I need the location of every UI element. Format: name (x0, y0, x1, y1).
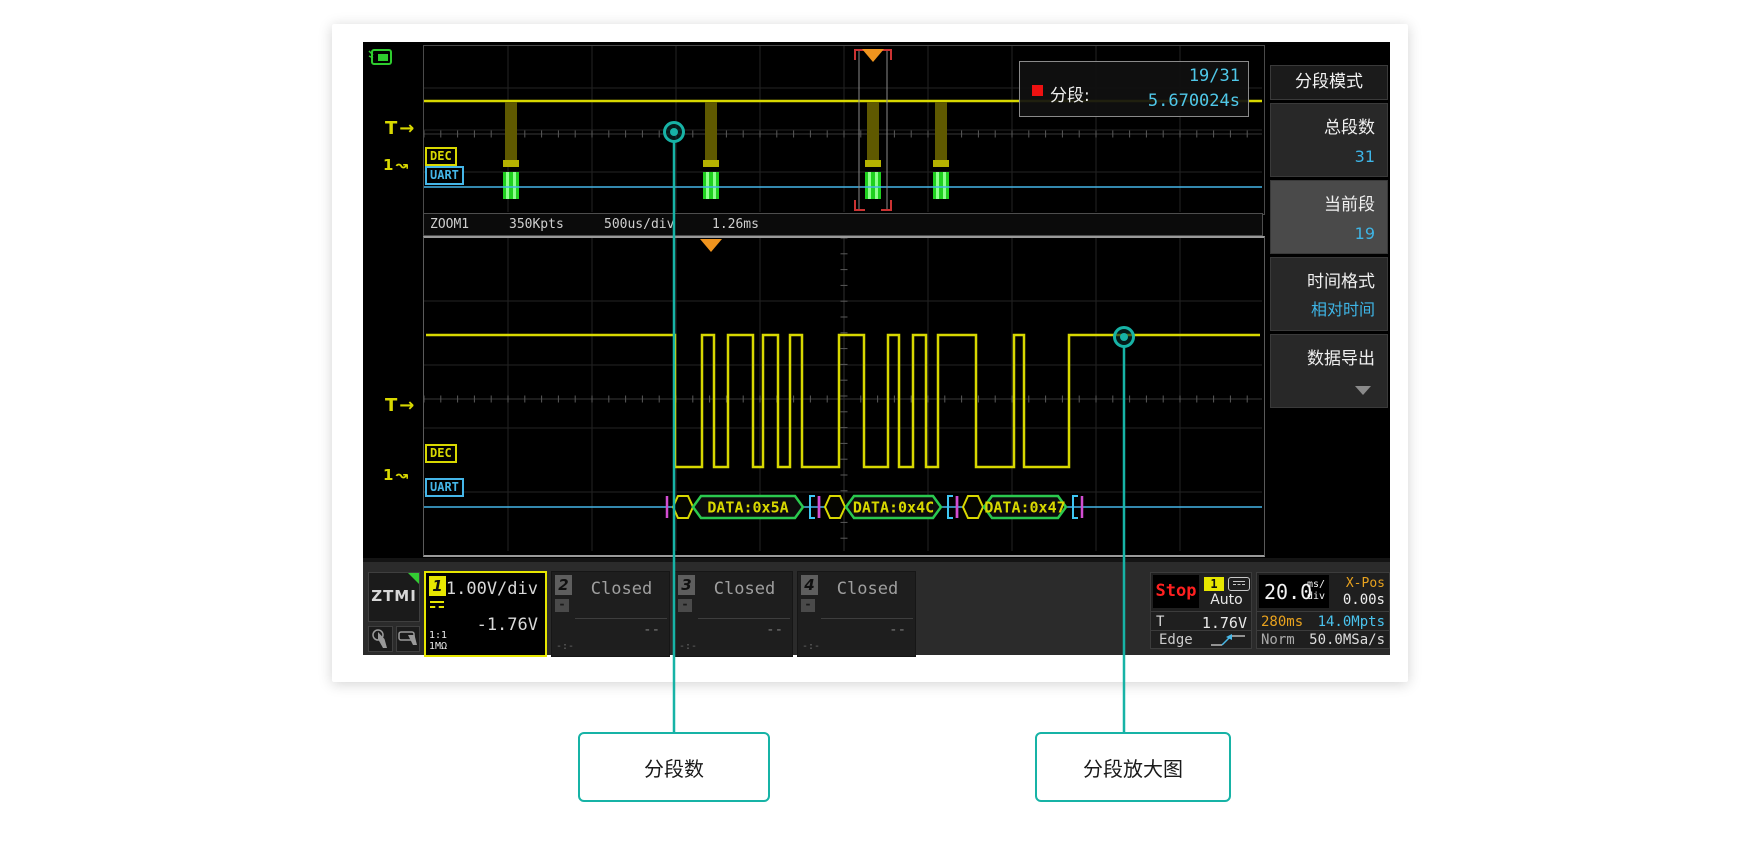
uart-packet: DATA:0x4C (819, 496, 957, 518)
menu-corner-triangle-icon (408, 573, 419, 584)
memory-depth: 14.0Mpts (1318, 614, 1385, 630)
uart-label-top[interactable]: UART (425, 166, 464, 185)
channel-3-probe-dash: -:- (679, 641, 697, 652)
channel-4-minus: - (801, 599, 815, 612)
zoom-points: 350Kpts (509, 217, 564, 232)
segment-overview-window[interactable]: 分段: 19/31 5.670024s (423, 45, 1265, 215)
channel-2-offset-dash: -- (643, 622, 660, 638)
channel-2-minus: - (555, 599, 569, 612)
zoom-timebase: 500us/div (604, 217, 674, 232)
channel-3-box[interactable]: 3 - Closed -- -:- (674, 571, 793, 657)
side-menu-title: 分段模式 (1270, 65, 1388, 100)
channel-3-number: 3 (678, 575, 695, 595)
note-segment-count: 分段数 (578, 732, 770, 802)
svg-text:DATA:0x5A: DATA:0x5A (707, 499, 788, 517)
channel-4-box[interactable]: 4 - Closed -- -:- (797, 571, 916, 657)
note-segment-zoom: 分段放大图 (1035, 732, 1231, 802)
trigger-type: Edge (1159, 632, 1193, 648)
sample-rate: 50.0MSa/s (1309, 632, 1385, 648)
brand-logo-button[interactable]: ZTMI (368, 572, 420, 622)
touch-tap-button[interactable] (368, 626, 393, 652)
page: 分段: 19/31 5.670024s T→ 1↝ DEC UART ZOOM1… (0, 0, 1760, 860)
side-menu-item-time-format[interactable]: 时间格式 相对时间 (1270, 257, 1388, 331)
record-square-icon (1032, 85, 1043, 96)
channel1-source-marker-zoom[interactable]: 1↝ (383, 466, 408, 484)
trigger-level-label: T (1156, 614, 1164, 630)
trigger-coupling-icon (1228, 577, 1250, 591)
uart-packet: DATA:0x5A (667, 496, 819, 518)
channel-1-probe: 1:1 (429, 631, 447, 641)
horizontal-panel[interactable]: 20.0 ms/ div X-Pos 0.00s 280ms 14.0Mpts … (1256, 572, 1390, 649)
channel-1-offset: -1.76V (477, 615, 538, 635)
timebase-value: 20.0 (1264, 580, 1312, 604)
oscilloscope-screen: 分段: 19/31 5.670024s T→ 1↝ DEC UART ZOOM1… (363, 42, 1390, 655)
channel-3-minus: - (678, 599, 692, 612)
channel-1-box[interactable]: 1 1:1 1MΩ 1.00V/div -1.76V (424, 571, 547, 657)
touch-drag-button[interactable] (396, 626, 420, 652)
bottom-status-bar: ZTMI 1 (363, 558, 1390, 655)
side-menu-item-total-segments[interactable]: 总段数 31 (1270, 103, 1388, 177)
xpos-label: X-Pos (1346, 576, 1385, 591)
zoom-waveform: DATA:0x5A DATA:0x4C DATA:0x47 (424, 238, 1262, 551)
side-menu-item-data-export[interactable]: 数据导出 (1270, 334, 1388, 408)
side-menu-item-current-segment[interactable]: 当前段 19 (1270, 180, 1388, 254)
timebase-box: 20.0 ms/ div (1259, 575, 1329, 608)
channel-1-number: 1 (429, 576, 446, 596)
segment-info-box: 分段: 19/31 5.670024s (1019, 61, 1249, 117)
uart-label-zoom[interactable]: UART (425, 478, 464, 497)
segment-time-value: 5.670024s (1148, 91, 1240, 111)
zoom-offset: 1.26ms (712, 217, 759, 232)
segment-count-value: 19/31 (1189, 66, 1240, 86)
trigger-source-badge: 1 (1204, 577, 1224, 591)
channel-1-coupling-icon (430, 601, 446, 615)
svg-text:DATA:0x4C: DATA:0x4C (853, 499, 934, 517)
touch-drag-icon (397, 627, 419, 651)
channel-2-box[interactable]: 2 - Closed -- -:- (551, 571, 670, 657)
channel-1-scale: 1.00V/div (446, 579, 538, 599)
acquire-mode: Norm (1261, 632, 1295, 648)
touch-tap-icon (369, 627, 392, 651)
screen-capture-icon[interactable] (368, 47, 392, 65)
run-state-button[interactable]: Stop (1153, 575, 1199, 608)
channel-4-probe-dash: -:- (802, 641, 820, 652)
trigger-level-marker-top[interactable]: T→ (385, 118, 414, 139)
zoom-status-bar: ZOOM1 350Kpts 500us/div 1.26ms (423, 213, 1263, 236)
screenshot-card: 分段: 19/31 5.670024s T→ 1↝ DEC UART ZOOM1… (332, 24, 1408, 682)
trigger-mode: Auto (1203, 592, 1250, 608)
segment-info-label: 分段: (1050, 81, 1090, 106)
rising-edge-icon (1209, 633, 1247, 647)
xpos-value: 0.00s (1343, 592, 1385, 608)
channel-4-status: Closed (826, 579, 909, 599)
channel-2-number: 2 (555, 575, 572, 595)
trigger-level-marker-zoom[interactable]: T→ (385, 395, 414, 416)
uart-packet: DATA:0x47 (957, 496, 1082, 518)
dec-label-top[interactable]: DEC (425, 147, 457, 166)
channel-3-status: Closed (703, 579, 786, 599)
window-time: 280ms (1261, 614, 1303, 630)
segment-zoom-window[interactable]: DATA:0x5A DATA:0x4C DATA:0x47 (423, 236, 1265, 557)
dropdown-arrow-icon (1355, 386, 1371, 395)
channel-2-status: Closed (580, 579, 663, 599)
channel-4-number: 4 (801, 575, 818, 595)
channel-3-offset-dash: -- (766, 622, 783, 638)
channel1-source-marker-top[interactable]: 1↝ (383, 156, 408, 174)
zoom-name: ZOOM1 (430, 217, 469, 232)
dec-label-zoom[interactable]: DEC (425, 444, 457, 463)
svg-text:DATA:0x47: DATA:0x47 (984, 499, 1065, 517)
trigger-panel[interactable]: Stop 1 Auto T 1.76V Edge (1150, 572, 1252, 649)
channel-4-offset-dash: -- (889, 622, 906, 638)
channel-2-probe-dash: -:- (556, 641, 574, 652)
channel-1-impedance: 1MΩ (429, 642, 447, 652)
